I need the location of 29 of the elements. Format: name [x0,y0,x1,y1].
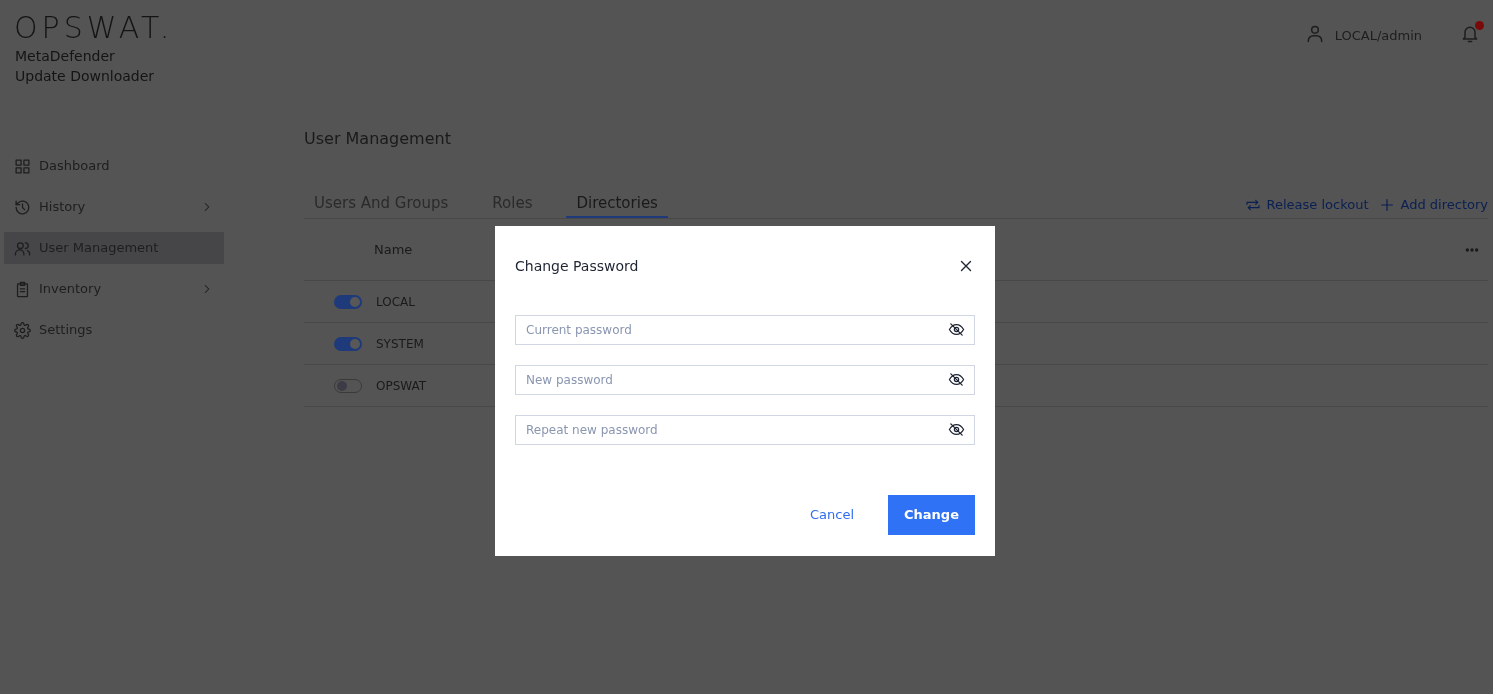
repeat-icon [1244,197,1261,213]
toggle-switch[interactable] [334,336,362,351]
tab[interactable]: Directories [566,192,668,218]
table-cell-text: LOCAL [376,293,415,311]
product-name: Update Downloader [14,67,156,86]
action-link[interactable]: Release lockout [1244,192,1369,218]
logo: OPSWAT. [13,9,175,46]
cancel-button[interactable]: Cancel [803,495,860,535]
eye-slash-icon[interactable] [948,371,965,388]
password-field[interactable]: New password [515,365,975,395]
clipboard-icon [14,280,31,298]
dialog-title: Change Password [515,256,639,276]
grid-icon [14,157,31,175]
action-link[interactable]: Add directory [1378,192,1488,218]
change-button[interactable]: Change [888,495,975,535]
eye-slash-icon[interactable] [948,421,965,438]
history-icon [14,198,31,216]
password-field[interactable]: Repeat new password [515,415,975,445]
product-name: MetaDefender [14,47,116,66]
password-field[interactable]: Current password [515,315,975,345]
table-cell-text: SYSTEM [376,335,424,353]
toggle-switch[interactable] [334,294,362,309]
table-cell-text: OPSWAT [376,377,427,395]
settings-icon [14,321,31,339]
eye-slash-icon[interactable] [948,321,965,338]
plus-icon [1378,197,1395,213]
column-header: Name [374,240,414,259]
users-icon [14,239,31,257]
page-title: User Management [304,128,452,150]
